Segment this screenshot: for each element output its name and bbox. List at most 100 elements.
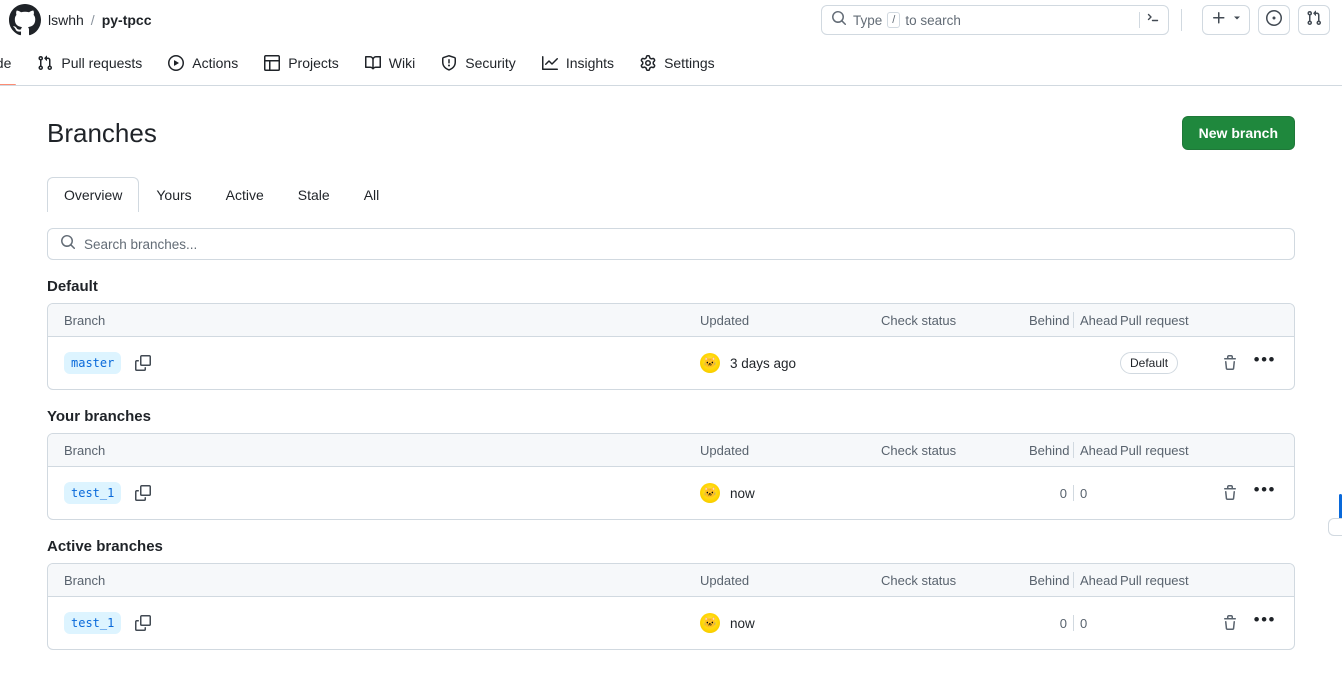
updated-time: now [730,485,755,501]
trash-icon[interactable] [1222,355,1238,371]
search-icon [831,10,847,31]
table-header-row: Branch Updated Check status Behind Ahead… [48,564,1294,597]
play-icon [168,54,185,71]
column-header-pull-request: Pull request [1120,442,1189,458]
copy-icon[interactable] [135,485,152,501]
behind-ahead-divider [1073,442,1074,458]
column-header-pull-request: Pull request [1120,312,1189,328]
nav-item-label: Projects [288,54,339,71]
behind-ahead-divider [1073,615,1074,631]
kebab-horizontal-icon[interactable]: ••• [1254,611,1276,631]
git-pull-request-icon [37,55,53,71]
branch-name-link[interactable]: test_1 [64,612,122,634]
shield-icon [441,54,457,71]
page-title: Branches [47,117,157,148]
search-branches-placeholder: Search branches... [84,236,198,252]
tab-stale[interactable]: Stale [281,177,347,212]
tab-yours[interactable]: Yours [139,177,208,212]
breadcrumb-owner[interactable]: lswhh [48,12,84,28]
book-icon [364,55,381,71]
column-header-ahead: Ahead [1080,572,1118,588]
column-header-behind: Behind [1029,442,1070,458]
search-placeholder-prefix: Type [853,12,883,28]
search-branches-input[interactable]: Search branches... [47,228,1295,260]
column-header-updated: Updated [700,442,750,458]
pull-request-cell: Default [1120,352,1222,374]
ahead-count: 0 [1080,485,1088,501]
column-header-behind: Behind [1029,572,1070,588]
column-header-check-status: Check status [881,572,957,588]
trash-icon[interactable] [1222,615,1238,631]
new-branch-button[interactable]: New branch [1181,116,1295,150]
kebab-horizontal-icon[interactable]: ••• [1254,481,1276,501]
breadcrumb-separator: / [90,12,95,28]
avatar[interactable]: 🐱 [700,483,720,503]
github-mark-icon[interactable] [8,3,42,37]
nav-item-settings[interactable]: Settings [627,40,728,85]
copy-icon[interactable] [135,355,152,371]
header-actions: Type / to search [821,5,1330,35]
section-title-active-branches: Active branches [47,538,163,555]
breadcrumb-repo[interactable]: py-tpcc [102,12,152,28]
search-placeholder: Type / to search [853,12,1133,28]
table-header-row: Branch Updated Check status Behind Ahead… [48,434,1294,467]
column-header-pull-request: Pull request [1120,572,1189,588]
column-header-ahead: Ahead [1080,312,1118,328]
column-header-check-status: Check status [881,442,957,458]
column-header-check-status: Check status [881,312,957,328]
default-badge: Default [1120,352,1179,374]
column-header-branch: Branch [64,572,106,588]
tab-active[interactable]: Active [209,177,281,212]
branches-table-active: Branch Updated Check status Behind Ahead… [47,563,1295,650]
page-header: Branches New branch [47,86,1295,150]
search-slash-key: / [887,12,901,28]
chevron-down-icon [1231,11,1243,29]
nav-item-label: ode [0,54,12,71]
avatar[interactable]: 🐱 [700,613,720,633]
search-placeholder-suffix: to search [905,12,961,28]
avatar[interactable]: 🐱 [700,353,720,373]
column-header-updated: Updated [700,572,750,588]
tab-all[interactable]: All [347,177,397,212]
column-header-ahead: Ahead [1080,442,1118,458]
create-new-menu[interactable] [1202,5,1250,35]
nav-item-actions[interactable]: Actions [155,40,251,85]
git-pull-request-icon [1306,10,1322,31]
issues-button[interactable] [1258,5,1290,35]
nav-item-label: Insights [565,54,615,71]
nav-item-security[interactable]: Security [428,40,529,85]
ahead-count: 0 [1080,615,1088,631]
column-header-branch: Branch [64,442,106,458]
nav-item-pull-requests[interactable]: Pull requests [24,40,155,85]
search-icon [60,234,76,255]
global-search-input[interactable]: Type / to search [821,5,1169,35]
behind-count: 0 [1059,485,1067,501]
tab-overview[interactable]: Overview [47,177,140,212]
offscreen-panel-edge [1328,518,1342,536]
nav-item-label: Settings [664,54,715,71]
terminal-icon[interactable] [1146,10,1162,31]
section-title-default: Default [47,278,98,295]
table-row: test_1 🐱 now 0 0 ••• [48,597,1294,649]
branch-name-link[interactable]: test_1 [64,482,122,504]
breadcrumb: lswhh / py-tpcc [48,12,151,28]
table-icon [264,54,281,71]
branch-name-link[interactable]: master [64,352,122,374]
behind-ahead-divider [1073,485,1074,501]
trash-icon[interactable] [1222,485,1238,501]
nav-item-insights[interactable]: Insights [529,40,627,85]
nav-item-projects[interactable]: Projects [251,40,352,85]
graph-icon [541,55,558,71]
global-header: lswhh / py-tpcc Type / to search [0,0,1342,40]
branches-table-yours: Branch Updated Check status Behind Ahead… [47,433,1295,520]
behind-ahead-divider [1073,572,1074,588]
pull-requests-button[interactable] [1298,5,1330,35]
repo-nav: ode Pull requests Actions Projects Wiki … [0,40,1342,86]
copy-icon[interactable] [135,615,152,631]
section-title-your-branches: Your branches [47,408,151,425]
nav-item-wiki[interactable]: Wiki [352,40,428,85]
branches-table-default: Branch Updated Check status Behind Ahead… [47,303,1295,390]
header-divider [1181,9,1182,31]
nav-item-code[interactable]: ode [0,40,24,85]
kebab-horizontal-icon[interactable]: ••• [1254,351,1276,371]
